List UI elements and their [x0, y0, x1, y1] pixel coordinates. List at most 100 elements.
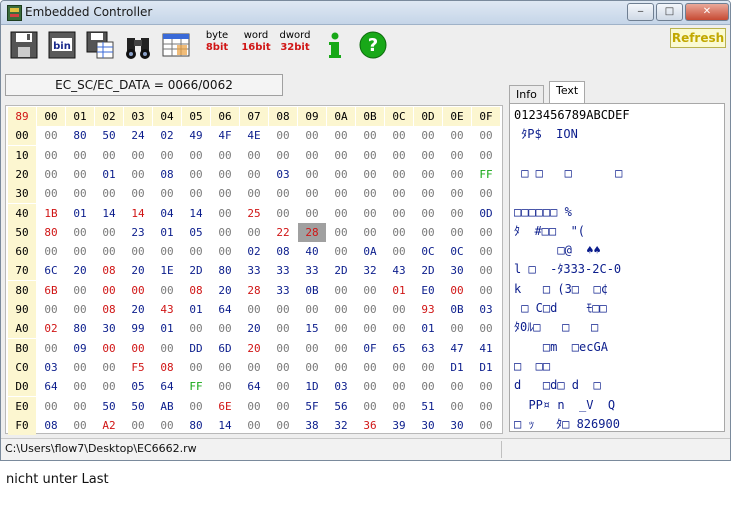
hex-cell[interactable]: 00 [66, 397, 94, 416]
hex-cell[interactable]: 00 [472, 261, 500, 280]
hex-cell[interactable]: 00 [298, 358, 326, 377]
hex-cell[interactable]: 08 [269, 242, 297, 261]
hex-cell[interactable]: 00 [182, 165, 210, 184]
hex-cell[interactable]: 00 [472, 184, 500, 203]
hex-cell[interactable]: 2D [182, 261, 210, 280]
hex-cell[interactable]: 38 [298, 416, 326, 435]
hex-cell[interactable]: 00 [37, 242, 65, 261]
hex-cell[interactable]: 00 [211, 358, 239, 377]
hex-cell[interactable]: 05 [124, 377, 152, 396]
hex-cell[interactable]: FF [472, 165, 500, 184]
hex-cell[interactable]: 49 [182, 126, 210, 145]
hex-cell[interactable]: 00 [153, 146, 181, 165]
hex-cell[interactable]: 63 [414, 339, 442, 358]
hex-cell[interactable]: 80 [37, 223, 65, 242]
hex-cell[interactable]: 03 [472, 300, 500, 319]
hex-cell[interactable]: 00 [327, 358, 355, 377]
hex-cell[interactable]: 00 [356, 300, 384, 319]
hex-cell[interactable]: 00 [472, 146, 500, 165]
hex-cell[interactable]: 00 [153, 184, 181, 203]
hex-cell[interactable]: 30 [95, 319, 123, 338]
hex-cell[interactable]: 00 [95, 281, 123, 300]
help-button[interactable]: ? [356, 29, 390, 61]
hex-cell[interactable]: 14 [95, 204, 123, 223]
hex-cell[interactable]: 20 [211, 281, 239, 300]
hex-cell[interactable]: 00 [385, 358, 413, 377]
hex-cell[interactable]: 64 [153, 377, 181, 396]
hex-cell[interactable]: 00 [124, 281, 152, 300]
hex-cell[interactable]: 00 [472, 126, 500, 145]
hex-cell[interactable]: 00 [356, 184, 384, 203]
hex-cell[interactable]: 20 [124, 300, 152, 319]
hex-cell[interactable]: 00 [327, 242, 355, 261]
hex-cell[interactable]: 00 [240, 358, 268, 377]
hex-cell[interactable]: 00 [385, 184, 413, 203]
hex-cell[interactable]: 00 [66, 223, 94, 242]
hex-cell[interactable]: 00 [95, 242, 123, 261]
hex-cell[interactable]: 00 [443, 223, 471, 242]
hex-cell[interactable]: 36 [356, 416, 384, 435]
hex-cell[interactable]: 05 [182, 223, 210, 242]
hex-cell[interactable]: 00 [443, 146, 471, 165]
hex-cell[interactable]: 00 [153, 242, 181, 261]
hex-cell[interactable]: 00 [298, 204, 326, 223]
hex-cell[interactable]: 1B [37, 204, 65, 223]
save-button[interactable] [7, 29, 41, 61]
hex-cell[interactable]: 03 [269, 165, 297, 184]
hex-cell[interactable]: 00 [298, 300, 326, 319]
hex-cell[interactable]: 00 [327, 146, 355, 165]
hex-cell[interactable]: 50 [95, 126, 123, 145]
hex-cell[interactable]: 00 [37, 300, 65, 319]
hex-cell[interactable]: 00 [356, 397, 384, 416]
hex-cell[interactable]: 01 [153, 319, 181, 338]
hex-cell[interactable]: 00 [269, 319, 297, 338]
hex-cell[interactable]: 1D [298, 377, 326, 396]
hex-cell[interactable]: 6C [37, 261, 65, 280]
hex-cell[interactable]: 47 [443, 339, 471, 358]
hex-cell[interactable]: 00 [240, 397, 268, 416]
hex-cell[interactable]: 00 [443, 184, 471, 203]
hex-cell[interactable]: 33 [269, 261, 297, 280]
hex-cell[interactable]: 00 [182, 184, 210, 203]
hex-cell[interactable]: 00 [414, 204, 442, 223]
hex-cell[interactable]: 41 [472, 339, 500, 358]
hex-cell[interactable]: 00 [327, 281, 355, 300]
hex-cell[interactable]: 00 [153, 339, 181, 358]
hex-cell[interactable]: 00 [414, 126, 442, 145]
hex-cell[interactable]: 33 [240, 261, 268, 280]
hex-cell[interactable]: 00 [472, 416, 500, 435]
hex-cell[interactable]: 00 [153, 416, 181, 435]
hex-cell[interactable]: 28 [240, 281, 268, 300]
hex-cell[interactable]: 00 [269, 184, 297, 203]
hex-cell[interactable]: 00 [298, 165, 326, 184]
hex-cell[interactable]: 08 [37, 416, 65, 435]
hex-cell[interactable]: 00 [37, 165, 65, 184]
hex-cell[interactable]: 00 [385, 300, 413, 319]
hex-cell[interactable]: 00 [356, 319, 384, 338]
hex-cell[interactable]: 00 [66, 358, 94, 377]
hex-cell[interactable]: 00 [385, 319, 413, 338]
hex-cell[interactable]: 00 [240, 146, 268, 165]
hex-cell[interactable]: 6B [37, 281, 65, 300]
hex-cell[interactable]: 23 [124, 223, 152, 242]
hex-cell[interactable]: 00 [385, 242, 413, 261]
hex-cell[interactable]: 03 [37, 358, 65, 377]
hex-cell[interactable]: 01 [385, 281, 413, 300]
hex-cell[interactable]: 00 [356, 223, 384, 242]
hex-cell[interactable]: 80 [66, 319, 94, 338]
open-bin-button[interactable]: bin [45, 29, 79, 61]
hex-cell[interactable]: 00 [37, 146, 65, 165]
hex-cell[interactable]: 50 [95, 397, 123, 416]
hex-cell[interactable]: 39 [385, 416, 413, 435]
hex-cell[interactable]: 00 [182, 319, 210, 338]
hex-cell[interactable]: 00 [269, 204, 297, 223]
hex-cell[interactable]: 00 [356, 281, 384, 300]
hex-cell[interactable]: 0C [414, 242, 442, 261]
hex-cell[interactable]: 00 [414, 358, 442, 377]
hex-cell[interactable]: 00 [472, 223, 500, 242]
hex-cell[interactable]: 00 [269, 397, 297, 416]
hex-cell[interactable]: DD [182, 339, 210, 358]
hex-cell[interactable]: 00 [269, 339, 297, 358]
hex-cell[interactable]: 00 [37, 397, 65, 416]
hex-cell[interactable]: 00 [95, 184, 123, 203]
